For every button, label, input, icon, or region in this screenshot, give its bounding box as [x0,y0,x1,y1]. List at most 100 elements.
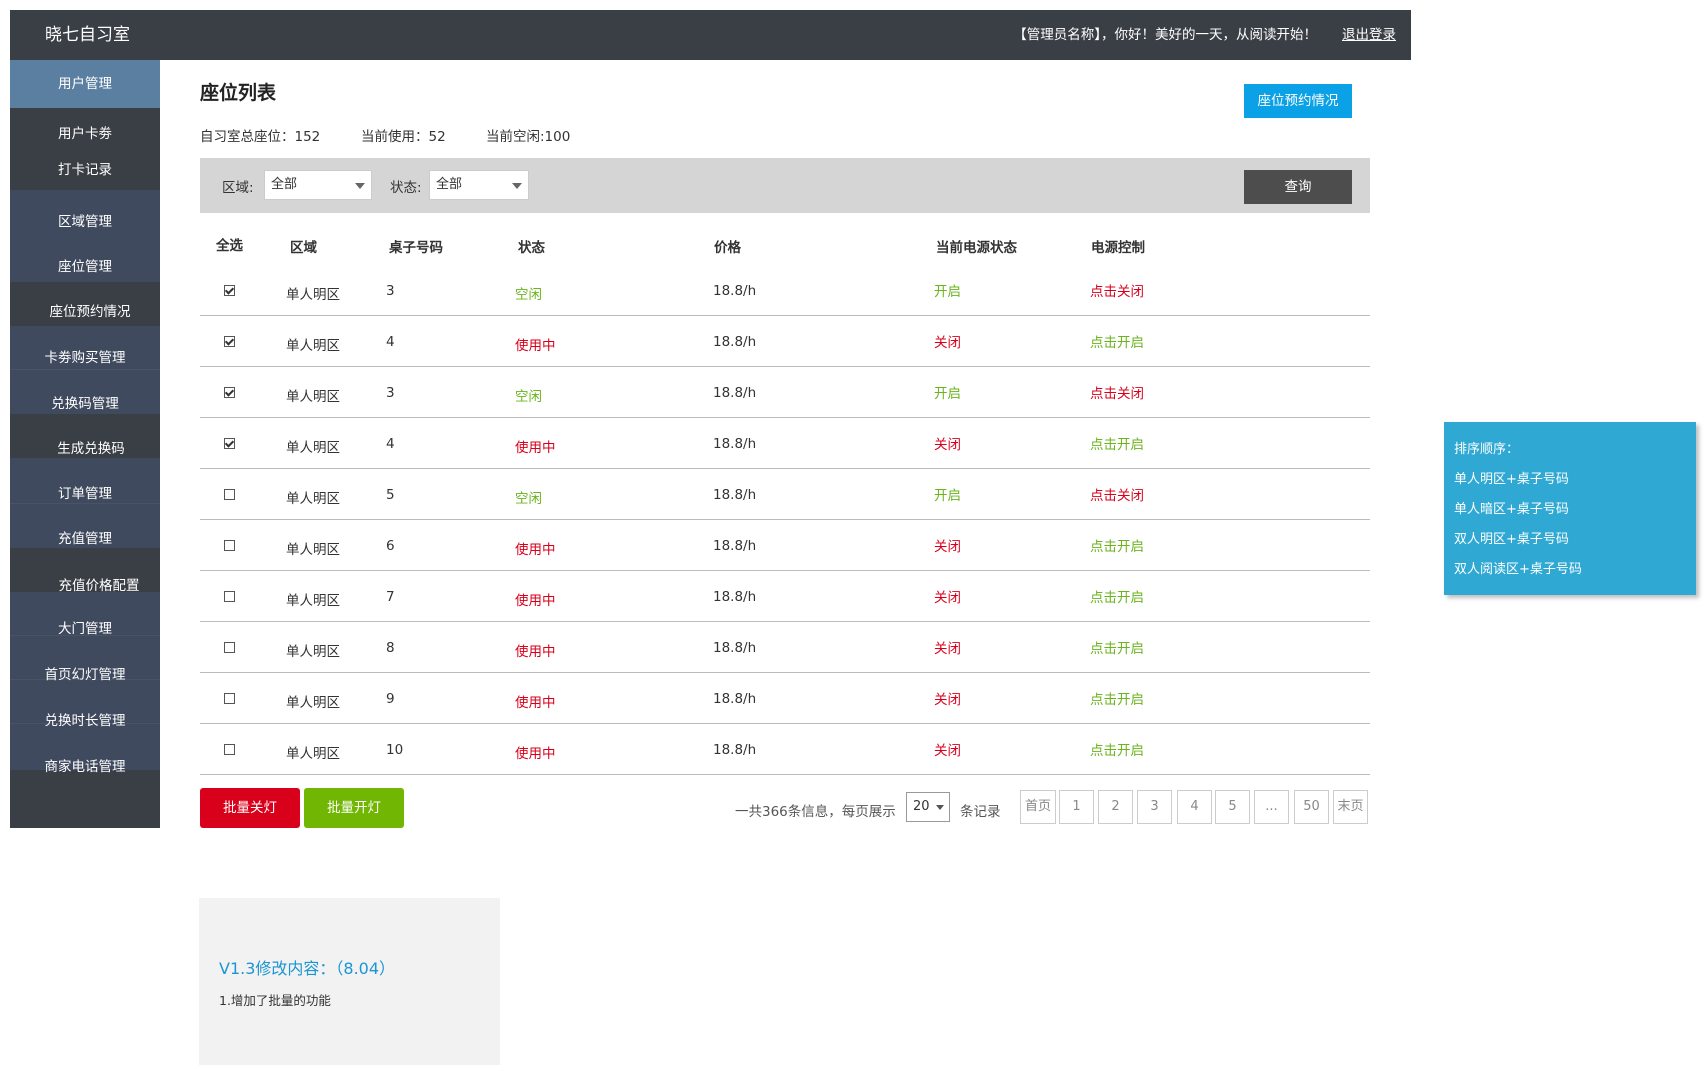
row-checkbox[interactable] [224,438,235,449]
sidebar-item-generate-codes[interactable]: 生成兑换码 [16,437,166,457]
row-power-toggle-link[interactable]: 点击开启 [1090,637,1144,657]
row-desk-number: 6 [386,538,395,554]
page-title: 座位列表 [200,82,277,104]
region-select[interactable]: 全部 [264,170,372,200]
row-status: 使用中 [515,338,556,354]
status-select-value: 全部 [436,177,463,192]
row-power-state: 关闭 [934,335,961,351]
sidebar-item-user-management[interactable]: 用户管理 [10,72,160,92]
row-power-state: 关闭 [934,437,961,453]
desk-number-header: 桌子号码 [389,240,443,256]
row-checkbox[interactable] [224,591,235,602]
row-power-toggle-link[interactable]: 点击关闭 [1090,280,1144,300]
row-region: 单人明区 [286,287,340,303]
page-button[interactable]: 5 [1215,790,1250,824]
row-power-state: 开启 [934,386,961,402]
select-all-header[interactable]: 全选 [216,234,243,254]
sort-order-note: 排序顺序： 单人明区+桌子号码 单人暗区+桌子号码 双人明区+桌子号码 双人阅读… [1444,422,1696,595]
sidebar-item-redeem-duration[interactable]: 兑换时长管理 [10,709,160,729]
sort-note-line: 单人暗区+桌子号码 [1454,502,1569,517]
logout-link[interactable]: 退出登录 [1342,10,1396,60]
stat-free: 当前空闲:100 [486,129,571,145]
page-button[interactable]: 4 [1177,790,1212,824]
row-checkbox[interactable] [224,489,235,500]
row-region: 单人明区 [286,746,340,762]
row-desk-number: 5 [386,487,395,503]
sidebar-item-merchant-phone[interactable]: 商家电话管理 [10,755,160,775]
page-button[interactable]: 50 [1294,790,1329,824]
status-header: 状态 [518,240,545,256]
sort-note-line: 双人明区+桌子号码 [1454,532,1569,547]
sort-note-line: 双人阅读区+桌子号码 [1454,562,1582,577]
sidebar-item-user-coupons[interactable]: 用户卡劵 [10,122,160,142]
row-desk-number: 3 [386,283,395,299]
row-desk-number: 3 [386,385,395,401]
sort-note-line: 单人明区+桌子号码 [1454,472,1569,487]
row-price: 18.8/h [713,538,757,554]
sidebar-item-coupon-purchase[interactable]: 卡劵购买管理 [10,346,160,366]
sidebar-item-region-management[interactable]: 区域管理 [10,210,160,230]
sidebar-item-redeem-codes[interactable]: 兑换码管理 [10,392,160,412]
row-power-toggle-link[interactable]: 点击关闭 [1090,382,1144,402]
row-checkbox[interactable] [224,285,235,296]
row-checkbox[interactable] [224,744,235,755]
row-power-toggle-link[interactable]: 点击开启 [1090,688,1144,708]
page-button[interactable]: ... [1254,790,1289,824]
status-select[interactable]: 全部 [429,170,529,200]
page-button[interactable]: 3 [1137,790,1172,824]
row-power-toggle-link[interactable]: 点击开启 [1090,739,1144,759]
sidebar-item-recharge-price[interactable]: 充值价格配置 [24,574,174,594]
sidebar-item-seat-management[interactable]: 座位管理 [10,255,160,275]
page-button[interactable]: 末页 [1333,790,1368,824]
row-power-state: 关闭 [934,641,961,657]
row-desk-number: 8 [386,640,395,656]
row-region: 单人明区 [286,338,340,354]
row-price: 18.8/h [713,691,757,707]
region-filter-label: 区域: [222,180,254,196]
row-checkbox[interactable] [224,642,235,653]
row-region: 单人明区 [286,389,340,405]
table-row: 单人明区 6 使用中 18.8/h 关闭 点击开启 [200,520,1370,571]
table-row: 单人明区 4 使用中 18.8/h 关闭 点击开启 [200,418,1370,469]
pagination-info-suffix: 条记录 [960,804,1001,820]
seat-reservation-button[interactable]: 座位预约情况 [1244,84,1352,118]
row-power-toggle-link[interactable]: 点击开启 [1090,433,1144,453]
row-region: 单人明区 [286,644,340,660]
row-power-state: 开启 [934,284,961,300]
row-checkbox[interactable] [224,540,235,551]
query-button[interactable]: 查询 [1244,170,1352,204]
chevron-down-icon [355,183,365,189]
row-power-toggle-link[interactable]: 点击开启 [1090,331,1144,351]
sidebar-item-gate[interactable]: 大门管理 [10,617,160,637]
sidebar-item-orders[interactable]: 订单管理 [10,482,160,502]
page-size-select[interactable]: 20 [906,792,950,822]
row-desk-number: 9 [386,691,395,707]
sidebar: 用户管理 用户卡劵 打卡记录 区域管理 座位管理 座位预约情况 卡劵购买管理 兑… [10,60,160,828]
row-region: 单人明区 [286,542,340,558]
row-power-toggle-link[interactable]: 点击关闭 [1090,484,1144,504]
row-price: 18.8/h [713,640,757,656]
row-power-state: 关闭 [934,539,961,555]
pagination-info-prefix: 一共366条信息，每页展示 [735,804,896,820]
row-status: 空闲 [515,491,542,507]
sidebar-item-seat-reservations[interactable]: 座位预约情况 [15,300,165,320]
page-button[interactable]: 1 [1059,790,1094,824]
row-power-toggle-link[interactable]: 点击开启 [1090,535,1144,555]
row-price: 18.8/h [713,385,757,401]
row-power-toggle-link[interactable]: 点击开启 [1090,586,1144,606]
row-checkbox[interactable] [224,693,235,704]
row-status: 使用中 [515,440,556,456]
page-button[interactable]: 2 [1098,790,1133,824]
page-button[interactable]: 首页 [1020,790,1056,824]
row-checkbox[interactable] [224,336,235,347]
sidebar-item-recharge[interactable]: 充值管理 [10,527,160,547]
row-price: 18.8/h [713,589,757,605]
power-control-header: 电源控制 [1091,240,1145,256]
row-power-state: 关闭 [934,590,961,606]
row-checkbox[interactable] [224,387,235,398]
batch-lights-off-button[interactable]: 批量关灯 [200,788,300,828]
sidebar-item-home-slides[interactable]: 首页幻灯管理 [10,663,160,683]
batch-lights-on-button[interactable]: 批量开灯 [304,788,404,828]
sidebar-item-checkin-records[interactable]: 打卡记录 [10,158,160,178]
table-row: 单人明区 9 使用中 18.8/h 关闭 点击开启 [200,673,1370,724]
